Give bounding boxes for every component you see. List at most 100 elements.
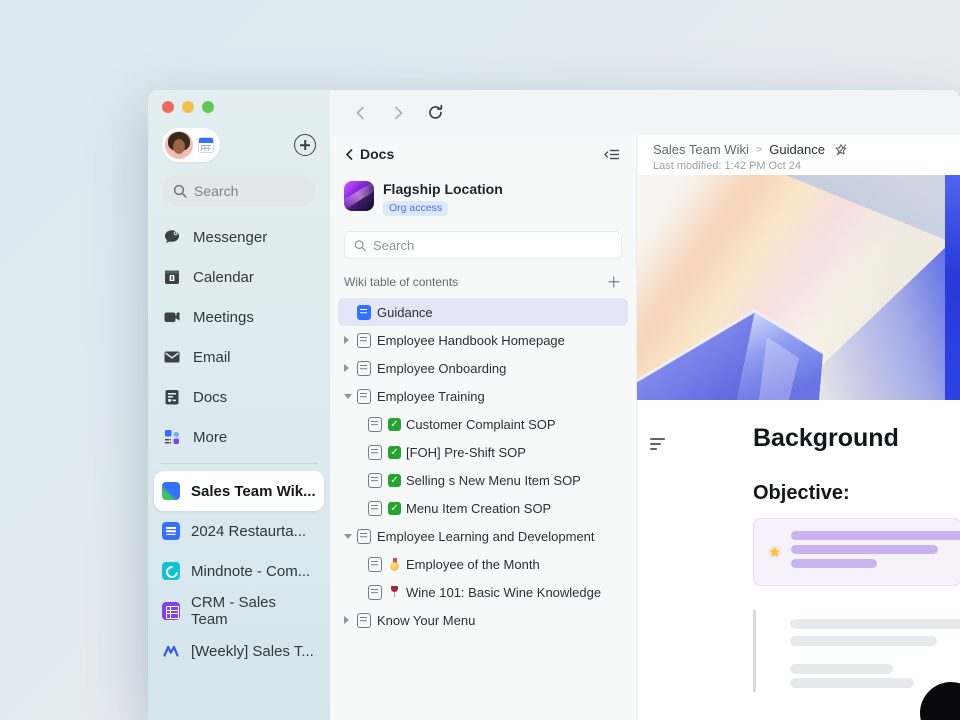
star-pin-icon[interactable] [834,143,848,157]
caret-down-icon[interactable] [344,534,357,539]
page-title: Background [753,424,899,453]
global-search[interactable] [162,175,316,206]
page-icon [357,389,371,404]
account-switcher[interactable] [162,128,220,162]
document-icon [162,387,182,407]
blue-strip [945,175,960,400]
chevron-left-icon [344,149,355,160]
toc-item[interactable]: Know Your Menu [338,606,628,634]
chat-icon [162,227,182,247]
page-icon [357,529,371,544]
sidebar-item-calendar[interactable]: Calendar [154,257,324,297]
page-icon [368,501,382,516]
toc-item[interactable]: Employee Handbook Homepage [338,326,628,354]
doc-blue-icon [162,522,180,540]
check-emoji-icon [388,502,401,515]
callout-block[interactable]: ★ [753,518,960,586]
toc-item[interactable]: Employee Learning and Development [338,522,628,550]
pinned-item-sales-team-wiki[interactable]: Sales Team Wik... [154,471,324,511]
toc-item[interactable]: Wine 101: Basic Wine Knowledge [338,578,628,606]
page-icon [368,585,382,600]
toc-item[interactable]: Employee Training [338,382,628,410]
sidebar-item-meetings[interactable]: Meetings [154,297,324,337]
toc-item-guidance[interactable]: Guidance [338,298,628,326]
caret-right-icon[interactable] [344,336,357,344]
wiki-search-input[interactable] [373,238,612,253]
pinned-item-label: 2024 Restaurta... [191,523,306,540]
toc-item[interactable]: Employee Onboarding [338,354,628,382]
search-icon [173,184,187,198]
pinned-item-crm[interactable]: CRM - Sales Team [154,591,324,631]
check-emoji-icon [388,474,401,487]
add-page-button[interactable] [606,274,622,290]
toc-item[interactable]: Selling s New Menu Item SOP [338,466,628,494]
page-icon [357,305,371,320]
sidebar-item-docs[interactable]: Docs [154,377,324,417]
search-icon [354,239,366,252]
workspace-header[interactable]: Flagship Location Org access [344,181,622,216]
docs-panel: Docs Flagship Location Org access [330,135,637,720]
pinned-item-label: Mindnote - Com... [191,563,310,580]
back-button[interactable] [350,102,372,124]
forward-button[interactable] [387,102,409,124]
check-emoji-icon [388,418,401,431]
glowing-star-icon: ★ [768,543,781,561]
refresh-button[interactable] [424,101,447,124]
caret-right-icon[interactable] [344,616,357,624]
placeholder-text-bar [790,664,893,674]
wiki-tree: Guidance Employee Handbook Homepage Empl… [338,298,628,634]
page-icon [357,361,371,376]
workspace-icon [344,181,374,211]
toc-title: Wiki table of contents [344,275,458,289]
sidebar-item-more[interactable]: More [154,417,324,457]
wiki-search[interactable] [344,231,622,259]
placeholder-text-bar [790,636,937,646]
page-icon [357,613,371,628]
medal-emoji-icon [388,558,401,571]
placeholder-text-bar [791,545,938,554]
mindnote-icon [162,562,180,580]
breadcrumb-separator: > [756,144,762,156]
caret-right-icon[interactable] [344,364,357,372]
breadcrumb-parent[interactable]: Sales Team Wiki [653,142,749,157]
minimize-window-button[interactable] [182,101,194,113]
placeholder-text-bar [790,678,914,688]
close-window-button[interactable] [162,101,174,113]
pinned-item-mindnote[interactable]: Mindnote - Com... [154,551,324,591]
page-icon [357,333,371,348]
browser-toolbar [330,90,960,135]
outline-icon[interactable] [650,438,668,453]
placeholder-text-bar [790,619,960,629]
caret-down-icon[interactable] [344,394,357,399]
divider [160,463,318,464]
quote-block[interactable] [753,610,756,692]
collapse-panel-icon[interactable] [601,145,622,164]
zoom-window-button[interactable] [202,101,214,113]
sidebar-item-label: More [193,429,227,446]
sidebar: Messenger Calendar Meetings Email Docs M… [148,90,330,720]
toc-item[interactable]: Menu Item Creation SOP [338,494,628,522]
sidebar-item-email[interactable]: Email [154,337,324,377]
window-controls [162,101,316,113]
add-button[interactable] [294,134,316,156]
wave-icon [162,642,180,660]
wine-emoji-icon [388,586,401,599]
sidebar-item-label: Docs [193,389,227,406]
pinned-item-weekly-sales[interactable]: [Weekly] Sales T... [154,631,324,671]
breadcrumb-current[interactable]: Guidance [769,142,825,157]
workspace-title: Flagship Location [383,181,503,197]
toc-item[interactable]: Employee of the Month [338,550,628,578]
search-input[interactable] [194,183,305,199]
org-access-badge: Org access [383,201,448,216]
app-window: Messenger Calendar Meetings Email Docs M… [148,90,960,720]
pinned-item-2024-restaurant[interactable]: 2024 Restaurta... [154,511,324,551]
toc-item[interactable]: Customer Complaint SOP [338,410,628,438]
pinned-item-label: CRM - Sales Team [191,594,316,628]
avatar [165,131,193,159]
sidebar-item-messenger[interactable]: Messenger [154,217,324,257]
back-to-docs-button[interactable]: Docs [344,146,394,162]
pinned-item-label: Sales Team Wik... [191,483,316,500]
last-modified: Last modified: 1:42 PM Oct 24 [653,160,960,172]
page-icon [368,557,382,572]
toc-item[interactable]: [FOH] Pre-Shift SOP [338,438,628,466]
